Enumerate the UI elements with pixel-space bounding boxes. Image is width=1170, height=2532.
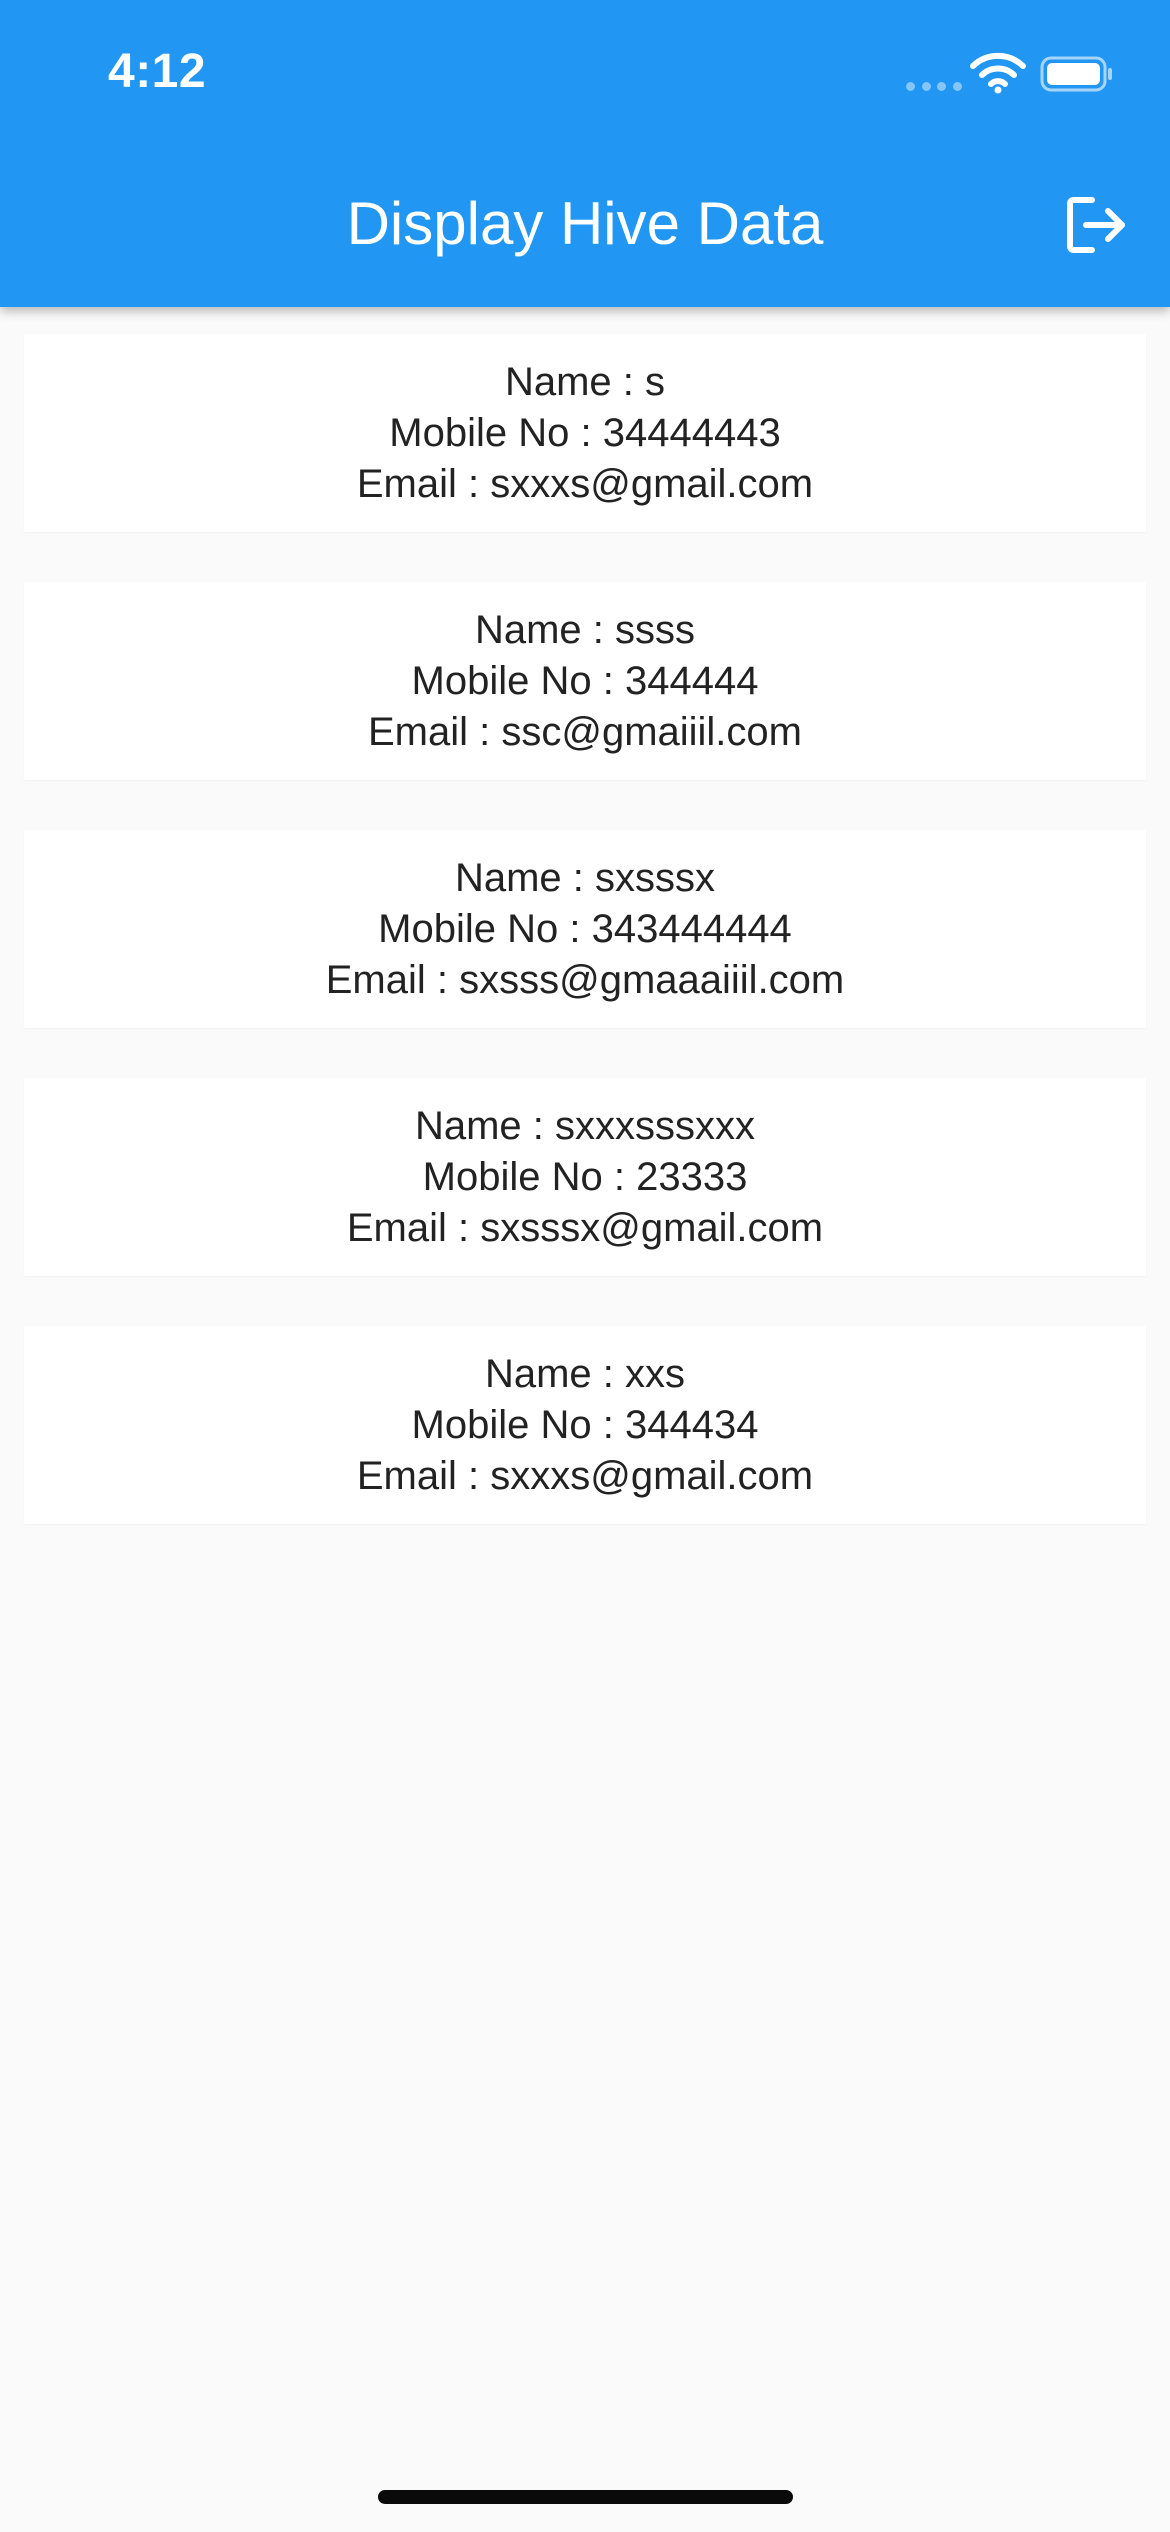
name-text: Name : sxsssx <box>454 855 716 900</box>
name-text: Name : s <box>504 359 666 404</box>
name-text: Name : ssss <box>474 607 696 652</box>
page-title: Display Hive Data <box>346 190 824 257</box>
status-time: 4:12 <box>108 45 207 98</box>
record-list: Name : s Mobile No : 34444443 Email : sx… <box>24 334 1146 1574</box>
name-text: Name : xxs <box>484 1351 686 1396</box>
mobile-text: Mobile No : 34444443 <box>389 410 781 455</box>
email-text: Email : sxsssx@gmail.com <box>346 1205 824 1250</box>
email-text: Email : sxsss@gmaaaiiil.com <box>325 957 845 1002</box>
logout-icon[interactable] <box>1062 192 1128 258</box>
mobile-text: Mobile No : 343444444 <box>378 906 792 951</box>
wifi-icon <box>970 52 1026 94</box>
list-item[interactable]: Name : sxsssx Mobile No : 343444444 Emai… <box>24 830 1146 1028</box>
mobile-text: Mobile No : 23333 <box>422 1154 748 1199</box>
name-text: Name : sxxxsssxxx <box>414 1103 756 1148</box>
email-text: Email : ssc@gmaiiil.com <box>367 709 802 754</box>
email-text: Email : sxxxs@gmail.com <box>356 1453 814 1498</box>
list-item[interactable]: Name : ssss Mobile No : 344444 Email : s… <box>24 582 1146 780</box>
home-indicator[interactable] <box>378 2490 793 2504</box>
list-item[interactable]: Name : xxs Mobile No : 344434 Email : sx… <box>24 1326 1146 1524</box>
list-item[interactable]: Name : s Mobile No : 34444443 Email : sx… <box>24 334 1146 532</box>
mobile-text: Mobile No : 344434 <box>411 1402 759 1447</box>
list-item[interactable]: Name : sxxxsssxxx Mobile No : 23333 Emai… <box>24 1078 1146 1276</box>
cellular-signal-icon <box>906 80 962 92</box>
app-bar: 4:12 Display Hive Data <box>0 0 1170 307</box>
battery-icon <box>1040 56 1112 92</box>
mobile-text: Mobile No : 344444 <box>411 658 759 703</box>
email-text: Email : sxxxs@gmail.com <box>356 461 814 506</box>
